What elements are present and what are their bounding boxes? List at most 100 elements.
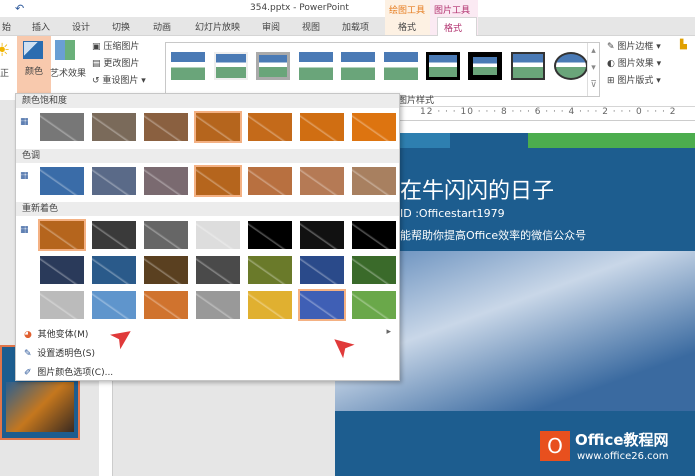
- compress-pictures-button[interactable]: ▣ 压缩图片: [92, 39, 139, 52]
- color-label: 颜色: [24, 67, 43, 77]
- picture-icon: [23, 41, 43, 59]
- picture-effects-button[interactable]: ◐ 图片效果 ▾: [607, 56, 661, 69]
- recolor-swatch[interactable]: [38, 254, 86, 286]
- picture-border-button[interactable]: ✎ 图片边框 ▾: [607, 39, 661, 52]
- tab-addins[interactable]: 加载项: [342, 20, 369, 33]
- watermark-brand: Office教程网: [575, 431, 669, 449]
- recolor-swatch[interactable]: [298, 289, 346, 321]
- style-thumb[interactable]: [468, 52, 502, 80]
- tab-insert[interactable]: 插入: [32, 20, 50, 33]
- swatch-preview: [40, 167, 84, 195]
- tab-transitions[interactable]: 切换: [112, 20, 130, 33]
- reset-picture-button[interactable]: ↺ 重设图片 ▾: [92, 73, 146, 86]
- tab-animations[interactable]: 动画: [153, 20, 171, 33]
- tab-review[interactable]: 审阅: [262, 20, 280, 33]
- tab-design[interactable]: 设计: [72, 20, 90, 33]
- recolor-swatch[interactable]: [194, 289, 242, 321]
- recolor-swatch[interactable]: [90, 219, 138, 251]
- saturation-swatch[interactable]: [90, 111, 138, 143]
- swatch-preview: [352, 221, 396, 249]
- ribbon-tabs: 始 插入 设计 切换 动画 幻灯片放映 审阅 视图 加载项 格式 格式: [0, 17, 695, 37]
- section-icon: ▦: [20, 171, 29, 181]
- tab-view[interactable]: 视图: [302, 20, 320, 33]
- swatch-preview: [196, 256, 240, 284]
- picture-layout-button[interactable]: ⊞ 图片版式 ▾: [607, 73, 661, 86]
- swatch-preview: [40, 256, 84, 284]
- corrections-icon: ☀: [0, 40, 11, 61]
- recolor-swatch[interactable]: [90, 254, 138, 286]
- swatch-preview: [40, 221, 84, 249]
- recolor-swatch[interactable]: [38, 289, 86, 321]
- undo-icon[interactable]: ↶: [15, 2, 24, 15]
- saturation-swatch[interactable]: [350, 111, 398, 143]
- recolor-swatch[interactable]: [298, 254, 346, 286]
- recolor-swatch[interactable]: [350, 289, 398, 321]
- tone-swatch[interactable]: [142, 165, 190, 197]
- recolor-swatch[interactable]: [194, 254, 242, 286]
- tab-home[interactable]: 始: [2, 20, 11, 33]
- tone-swatch[interactable]: [350, 165, 398, 197]
- tab-drawing-format[interactable]: 格式: [398, 20, 416, 33]
- swatch-preview: [40, 113, 84, 141]
- style-thumb[interactable]: [299, 52, 333, 80]
- swatch-preview: [300, 113, 344, 141]
- tab-picture-format[interactable]: 格式: [437, 17, 477, 37]
- slide-subtitle: 能帮助你提高Office效率的微信公众号: [400, 229, 587, 242]
- saturation-swatch[interactable]: [38, 111, 86, 143]
- effects-label: 图片效果: [617, 59, 654, 69]
- saturation-swatch[interactable]: [298, 111, 346, 143]
- recolor-swatch[interactable]: [246, 289, 294, 321]
- swatch-preview: [352, 167, 396, 195]
- tone-swatch[interactable]: [298, 165, 346, 197]
- slide-id: ID :Officestart1979: [400, 207, 505, 220]
- recolor-swatch[interactable]: [38, 219, 86, 251]
- menu-set-transparent[interactable]: ✎ 设置透明色(S): [24, 346, 95, 359]
- recolor-swatch[interactable]: [246, 254, 294, 286]
- style-thumb[interactable]: [554, 52, 588, 80]
- style-thumb[interactable]: [341, 52, 375, 80]
- style-thumb[interactable]: [214, 52, 248, 80]
- artistic-effects-button[interactable]: 艺术效果: [50, 66, 86, 79]
- picture-styles-gallery: ▴ ▾ ⊽: [165, 42, 600, 97]
- border-label: 图片边框: [617, 42, 654, 52]
- horizontal-ruler: 12 · · · 10 · · · 8 · · · 6 · · · 4 · · …: [395, 107, 695, 121]
- tone-swatch[interactable]: [246, 165, 294, 197]
- recolor-swatch[interactable]: [90, 289, 138, 321]
- picture-styles-group-label: 图片样式: [398, 96, 435, 106]
- menu-more-variations[interactable]: ◕ 其他变体(M): [24, 327, 88, 340]
- tone-swatch[interactable]: [38, 165, 86, 197]
- menu-color-options[interactable]: ✐ 图片颜色选项(C)...: [24, 365, 113, 378]
- corrections-button[interactable]: 正: [0, 66, 9, 79]
- swatch-preview: [92, 167, 136, 195]
- style-thumb[interactable]: [426, 52, 460, 80]
- swatch-preview: [196, 167, 240, 195]
- recolor-swatch[interactable]: [194, 219, 242, 251]
- style-thumb[interactable]: [256, 52, 290, 80]
- arrange-icon[interactable]: ▙: [680, 40, 687, 50]
- recolor-swatch[interactable]: [142, 289, 190, 321]
- swatch-preview: [196, 221, 240, 249]
- change-label: 更改图片: [103, 59, 140, 69]
- recolor-swatch[interactable]: [142, 254, 190, 286]
- tone-swatch[interactable]: [194, 165, 242, 197]
- recolor-swatch[interactable]: [142, 219, 190, 251]
- title-bar: ↶ 354.pptx - PowerPoint: [0, 0, 695, 17]
- recolor-swatch[interactable]: [246, 219, 294, 251]
- recolor-swatch[interactable]: [350, 219, 398, 251]
- saturation-swatch[interactable]: [142, 111, 190, 143]
- recolor-swatch[interactable]: [350, 254, 398, 286]
- set-transparent-label: 设置透明色(S): [37, 349, 96, 359]
- change-picture-button[interactable]: ▤ 更改图片: [92, 56, 139, 69]
- tone-swatch[interactable]: [90, 165, 138, 197]
- watermark-url: www.office26.com: [577, 451, 669, 462]
- tab-slideshow[interactable]: 幻灯片放映: [195, 20, 240, 33]
- style-thumb[interactable]: [384, 52, 418, 80]
- submenu-arrow-icon: ▸: [386, 327, 391, 337]
- saturation-swatch[interactable]: [246, 111, 294, 143]
- style-thumb[interactable]: [171, 52, 205, 80]
- recolor-swatch[interactable]: [298, 219, 346, 251]
- saturation-swatch[interactable]: [194, 111, 242, 143]
- gallery-scroll[interactable]: ▴ ▾ ⊽: [587, 43, 599, 96]
- slide-thumbnail-image: [6, 382, 74, 432]
- style-thumb[interactable]: [511, 52, 545, 80]
